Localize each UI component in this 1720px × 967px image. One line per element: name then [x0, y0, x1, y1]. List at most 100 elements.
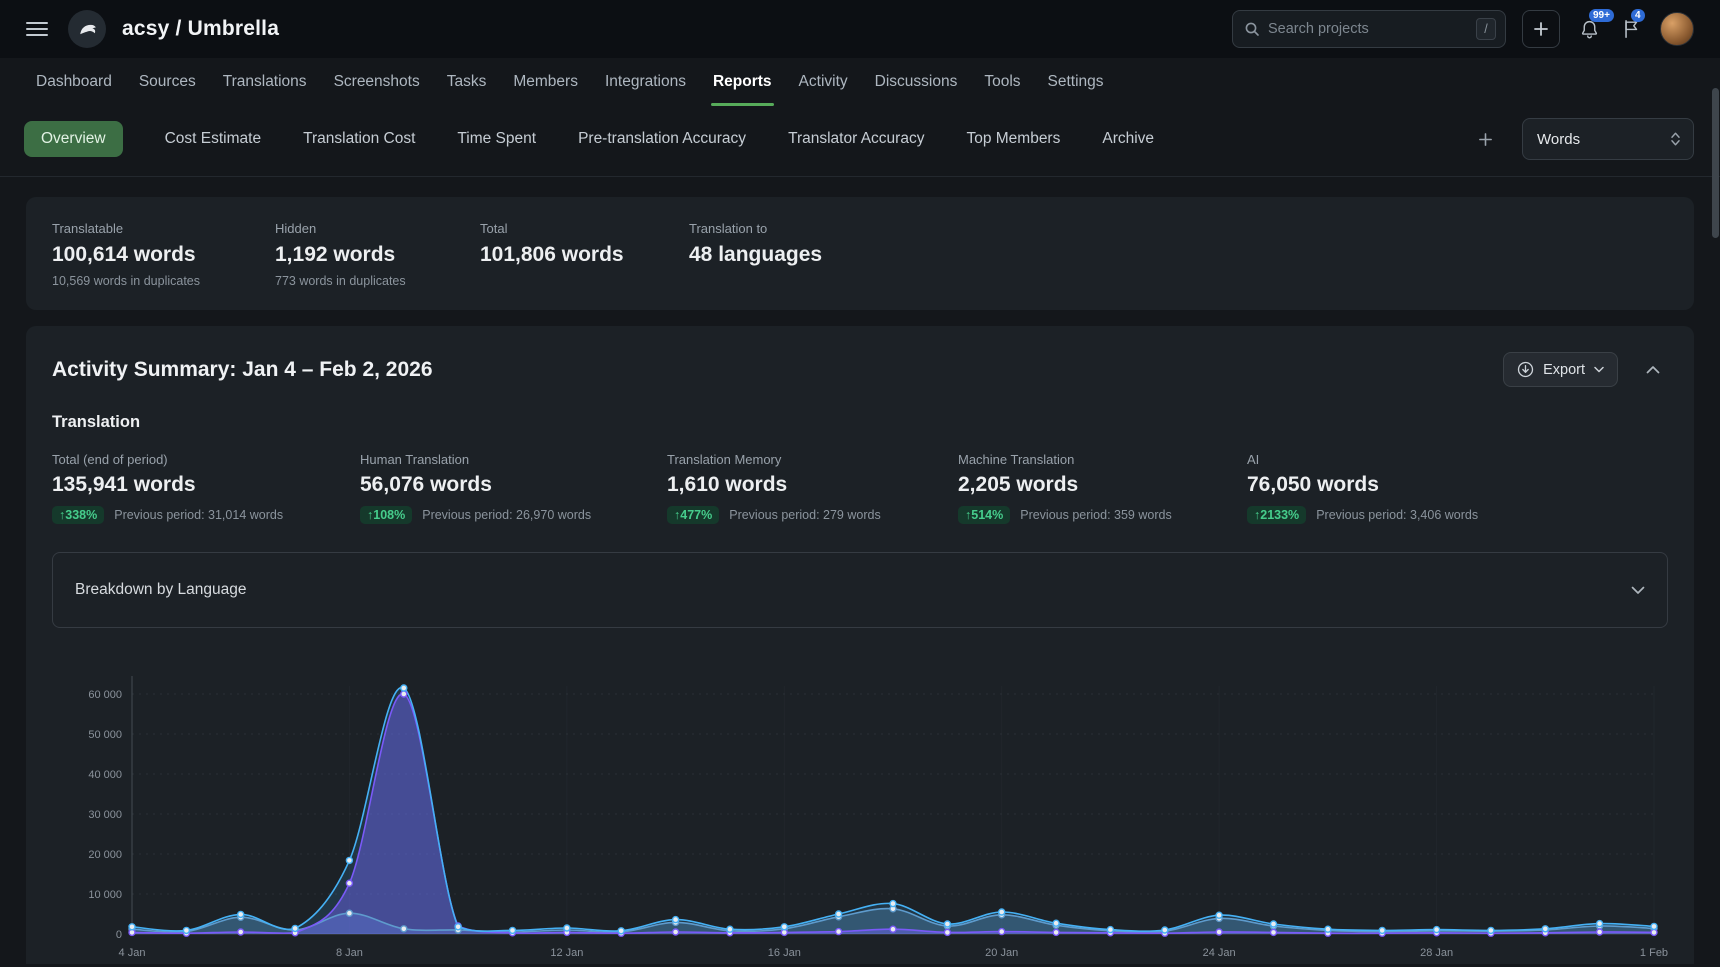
- plus-icon: [1533, 21, 1549, 37]
- stat-label: Translation to: [689, 221, 822, 236]
- delta-badge: ↑477%: [667, 506, 719, 524]
- select-chevrons-icon: [1670, 131, 1681, 147]
- export-label: Export: [1543, 362, 1585, 378]
- main-content: Translatable 100,614 words 10,569 words …: [0, 177, 1720, 964]
- download-icon: [1517, 361, 1534, 378]
- search-shortcut-hint: /: [1476, 18, 1496, 40]
- stat-value: 101,806 words: [480, 243, 689, 267]
- plus-icon: [1478, 132, 1493, 147]
- add-report-button[interactable]: [1472, 126, 1498, 152]
- stat-value: 1,192 words: [275, 243, 480, 267]
- subtab-pretranslation-accuracy[interactable]: Pre-translation Accuracy: [578, 130, 746, 148]
- svg-text:24 Jan: 24 Jan: [1203, 947, 1236, 959]
- nav-members[interactable]: Members: [513, 58, 578, 106]
- nav-sources[interactable]: Sources: [139, 58, 196, 106]
- stat-label: Total: [480, 221, 689, 236]
- nav-settings[interactable]: Settings: [1048, 58, 1104, 106]
- notifications-badge: 99+: [1589, 9, 1614, 22]
- metric-label: AI: [1247, 452, 1668, 467]
- word-stats-card: Translatable 100,614 words 10,569 words …: [26, 197, 1694, 310]
- scrollbar-thumb[interactable]: [1712, 88, 1719, 238]
- nav-discussions[interactable]: Discussions: [875, 58, 958, 106]
- metric-value: 56,076 words: [360, 473, 667, 497]
- translation-metrics: Total (end of period) 135,941 words ↑338…: [52, 452, 1668, 524]
- translation-section-title: Translation: [52, 413, 1668, 432]
- chevron-down-icon: [1631, 586, 1645, 595]
- metric-translation-memory: Translation Memory 1,610 words ↑477% Pre…: [667, 452, 958, 524]
- metric-value: 135,941 words: [52, 473, 360, 497]
- unit-select[interactable]: Words: [1522, 118, 1694, 160]
- nav-translations[interactable]: Translations: [223, 58, 307, 106]
- main-nav: Dashboard Sources Translations Screensho…: [0, 58, 1720, 106]
- flag-icon: [1622, 19, 1641, 39]
- delta-badge: ↑514%: [958, 506, 1010, 524]
- nav-dashboard[interactable]: Dashboard: [36, 58, 112, 106]
- subtab-translator-accuracy[interactable]: Translator Accuracy: [788, 130, 924, 148]
- create-project-button[interactable]: [1522, 10, 1560, 48]
- svg-text:28 Jan: 28 Jan: [1420, 947, 1453, 959]
- svg-text:20 Jan: 20 Jan: [985, 947, 1018, 959]
- chevron-up-icon: [1646, 365, 1660, 374]
- stat-label: Hidden: [275, 221, 480, 236]
- stat-subtext: 773 words in duplicates: [275, 274, 480, 288]
- top-bar: acsy / Umbrella / 99+: [0, 0, 1720, 58]
- caret-down-icon: [1594, 366, 1604, 373]
- project-title: acsy / Umbrella: [122, 17, 279, 41]
- metric-total: Total (end of period) 135,941 words ↑338…: [52, 452, 360, 524]
- notifications-button[interactable]: 99+: [1576, 16, 1602, 42]
- previous-period-text: Previous period: 359 words: [1020, 508, 1171, 522]
- stat-translatable: Translatable 100,614 words 10,569 words …: [52, 221, 275, 288]
- nav-tasks[interactable]: Tasks: [447, 58, 487, 106]
- metric-machine-translation: Machine Translation 2,205 words ↑514% Pr…: [958, 452, 1247, 524]
- stat-value: 48 languages: [689, 243, 822, 267]
- reports-subnav: Overview Cost Estimate Translation Cost …: [0, 106, 1720, 177]
- stat-subtext: 10,569 words in duplicates: [52, 274, 275, 288]
- stat-hidden: Hidden 1,192 words 773 words in duplicat…: [275, 221, 480, 288]
- activity-summary-card: Activity Summary: Jan 4 – Feb 2, 2026 Ex…: [26, 326, 1694, 964]
- messages-button[interactable]: 4: [1618, 16, 1644, 42]
- metric-human-translation: Human Translation 56,076 words ↑108% Pre…: [360, 452, 667, 524]
- metric-label: Machine Translation: [958, 452, 1247, 467]
- svg-text:0: 0: [116, 929, 122, 941]
- previous-period-text: Previous period: 279 words: [729, 508, 880, 522]
- app-logo[interactable]: [68, 10, 106, 48]
- bird-logo-icon: [75, 17, 99, 41]
- search-icon: [1244, 21, 1260, 37]
- metric-value: 1,610 words: [667, 473, 958, 497]
- export-button[interactable]: Export: [1503, 352, 1618, 387]
- hamburger-menu-icon[interactable]: [26, 18, 48, 40]
- collapse-section-button[interactable]: [1638, 355, 1668, 385]
- activity-chart: 010 00020 00030 00040 00050 00060 0004 J…: [52, 656, 1668, 964]
- svg-text:1 Feb: 1 Feb: [1640, 947, 1668, 959]
- nav-screenshots[interactable]: Screenshots: [334, 58, 420, 106]
- nav-integrations[interactable]: Integrations: [605, 58, 686, 106]
- delta-badge: ↑2133%: [1247, 506, 1306, 524]
- svg-text:4 Jan: 4 Jan: [119, 947, 146, 959]
- unit-select-value: Words: [1537, 131, 1580, 148]
- search-box[interactable]: /: [1232, 10, 1506, 48]
- search-input[interactable]: [1268, 21, 1468, 37]
- subtab-archive[interactable]: Archive: [1102, 130, 1154, 148]
- nav-activity[interactable]: Activity: [799, 58, 848, 106]
- nav-tools[interactable]: Tools: [984, 58, 1020, 106]
- svg-text:60 000: 60 000: [88, 689, 122, 701]
- metric-label: Human Translation: [360, 452, 667, 467]
- metric-ai: AI 76,050 words ↑2133% Previous period: …: [1247, 452, 1668, 524]
- subtab-cost-estimate[interactable]: Cost Estimate: [165, 130, 261, 148]
- user-avatar[interactable]: [1660, 12, 1694, 46]
- delta-badge: ↑108%: [360, 506, 412, 524]
- svg-text:20 000: 20 000: [88, 849, 122, 861]
- metric-value: 2,205 words: [958, 473, 1247, 497]
- nav-reports[interactable]: Reports: [713, 58, 772, 106]
- metric-value: 76,050 words: [1247, 473, 1668, 497]
- subtab-translation-cost[interactable]: Translation Cost: [303, 130, 415, 148]
- previous-period-text: Previous period: 31,014 words: [114, 508, 283, 522]
- subtab-time-spent[interactable]: Time Spent: [457, 130, 536, 148]
- subtab-top-members[interactable]: Top Members: [966, 130, 1060, 148]
- svg-text:40 000: 40 000: [88, 769, 122, 781]
- svg-text:10 000: 10 000: [88, 889, 122, 901]
- previous-period-text: Previous period: 26,970 words: [422, 508, 591, 522]
- svg-text:50 000: 50 000: [88, 729, 122, 741]
- subtab-overview[interactable]: Overview: [24, 121, 123, 157]
- breakdown-by-language-toggle[interactable]: Breakdown by Language: [52, 552, 1668, 628]
